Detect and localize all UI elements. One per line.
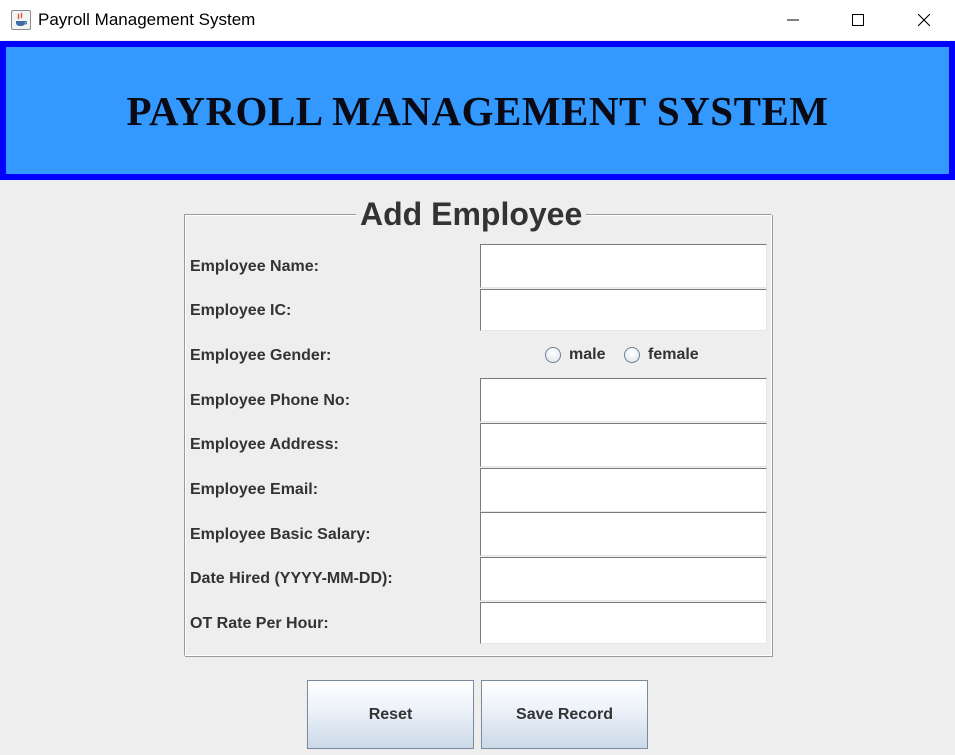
employee-salary-label: Employee Basic Salary: [190, 526, 371, 543]
gender-male-radio[interactable]: male [545, 346, 605, 364]
save-record-button[interactable]: Save Record [481, 680, 648, 749]
employee-ic-input[interactable] [480, 289, 767, 331]
radio-button-icon[interactable] [545, 347, 561, 363]
minimize-button[interactable] [760, 0, 826, 40]
employee-name-input[interactable] [480, 244, 767, 288]
employee-salary-input[interactable] [480, 512, 767, 556]
employee-ic-label: Employee IC: [190, 302, 292, 319]
employee-phone-label: Employee Phone No: [190, 392, 351, 409]
employee-address-input[interactable] [480, 423, 767, 467]
employee-email-input[interactable] [480, 468, 767, 512]
java-coffee-cup-icon [11, 10, 31, 30]
maximize-button[interactable] [825, 0, 891, 40]
header-banner: PAYROLL MANAGEMENT SYSTEM [0, 41, 955, 180]
window-title-bar: Payroll Management System [0, 0, 955, 40]
date-hired-input[interactable] [480, 557, 767, 601]
gender-male-label: male [569, 346, 606, 363]
ot-rate-label: OT Rate Per Hour: [190, 615, 329, 632]
reset-button[interactable]: Reset [307, 680, 474, 749]
minimize-icon [787, 19, 799, 21]
employee-gender-label: Employee Gender: [190, 347, 332, 364]
radio-button-icon[interactable] [624, 347, 640, 363]
employee-phone-input[interactable] [480, 378, 767, 422]
maximize-icon [852, 14, 864, 26]
close-icon [918, 14, 930, 26]
ot-rate-input[interactable] [480, 602, 767, 644]
panel-title: Add Employee [356, 194, 587, 234]
gender-female-label: female [648, 346, 699, 363]
employee-email-label: Employee Email: [190, 481, 319, 498]
window-title: Payroll Management System [38, 10, 256, 29]
date-hired-label: Date Hired (YYYY-MM-DD): [190, 570, 393, 587]
banner-title: PAYROLL MANAGEMENT SYSTEM [126, 87, 829, 134]
employee-address-label: Employee Address: [190, 436, 339, 453]
employee-name-label: Employee Name: [190, 258, 319, 275]
gender-female-radio[interactable]: female [624, 346, 699, 364]
close-button[interactable] [891, 0, 955, 40]
